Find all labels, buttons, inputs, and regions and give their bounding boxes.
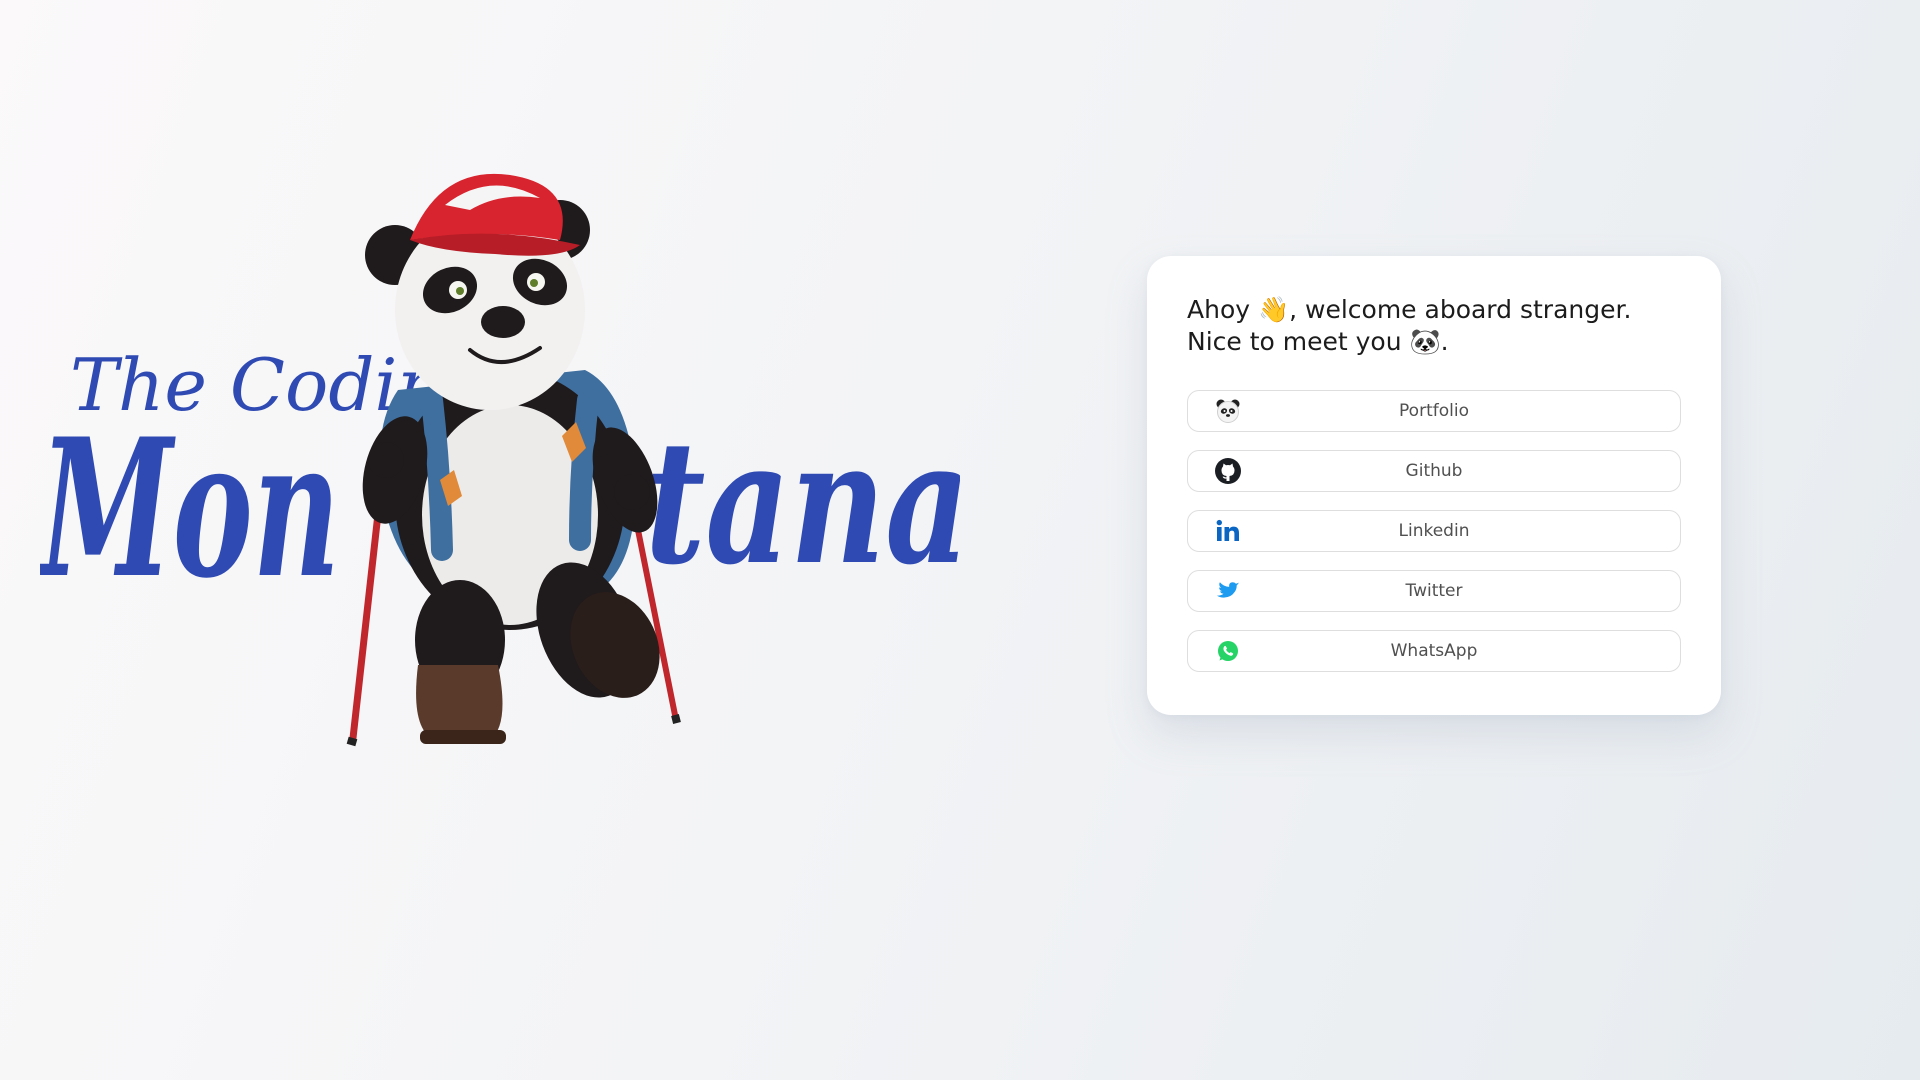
logo-word-left: Mon (40, 397, 340, 620)
brand-logo: The Coding Mon tana (40, 173, 960, 747)
links-card: Ahoy 👋, welcome aboard stranger. Nice to… (1147, 256, 1721, 715)
whatsapp-link-button[interactable]: WhatsApp (1187, 630, 1681, 672)
linkedin-link-button[interactable]: Linkedin (1187, 510, 1681, 552)
whatsapp-icon (1214, 637, 1242, 665)
github-link-label: Github (1405, 461, 1463, 481)
brand-hero: The Coding Mon tana (40, 170, 960, 760)
linkedin-link-label: Linkedin (1398, 521, 1470, 541)
whatsapp-link-label: WhatsApp (1390, 641, 1478, 661)
panda-icon (1214, 397, 1242, 425)
github-link-button[interactable]: Github (1187, 450, 1681, 492)
greeting-heading: Ahoy 👋, welcome aboard stranger. Nice to… (1187, 295, 1632, 356)
link-list: Portfolio Github Linkedin Twitter WhatsA… (1187, 390, 1681, 672)
twitter-link-button[interactable]: Twitter (1187, 570, 1681, 612)
portfolio-link-button[interactable]: Portfolio (1187, 390, 1681, 432)
twitter-icon (1214, 577, 1242, 605)
logo-word-right: tana (645, 403, 960, 603)
panda-mascot-illustration (346, 173, 681, 747)
twitter-link-label: Twitter (1405, 581, 1463, 601)
github-icon (1214, 457, 1242, 485)
portfolio-link-label: Portfolio (1399, 401, 1469, 421)
linkedin-icon (1214, 517, 1242, 545)
